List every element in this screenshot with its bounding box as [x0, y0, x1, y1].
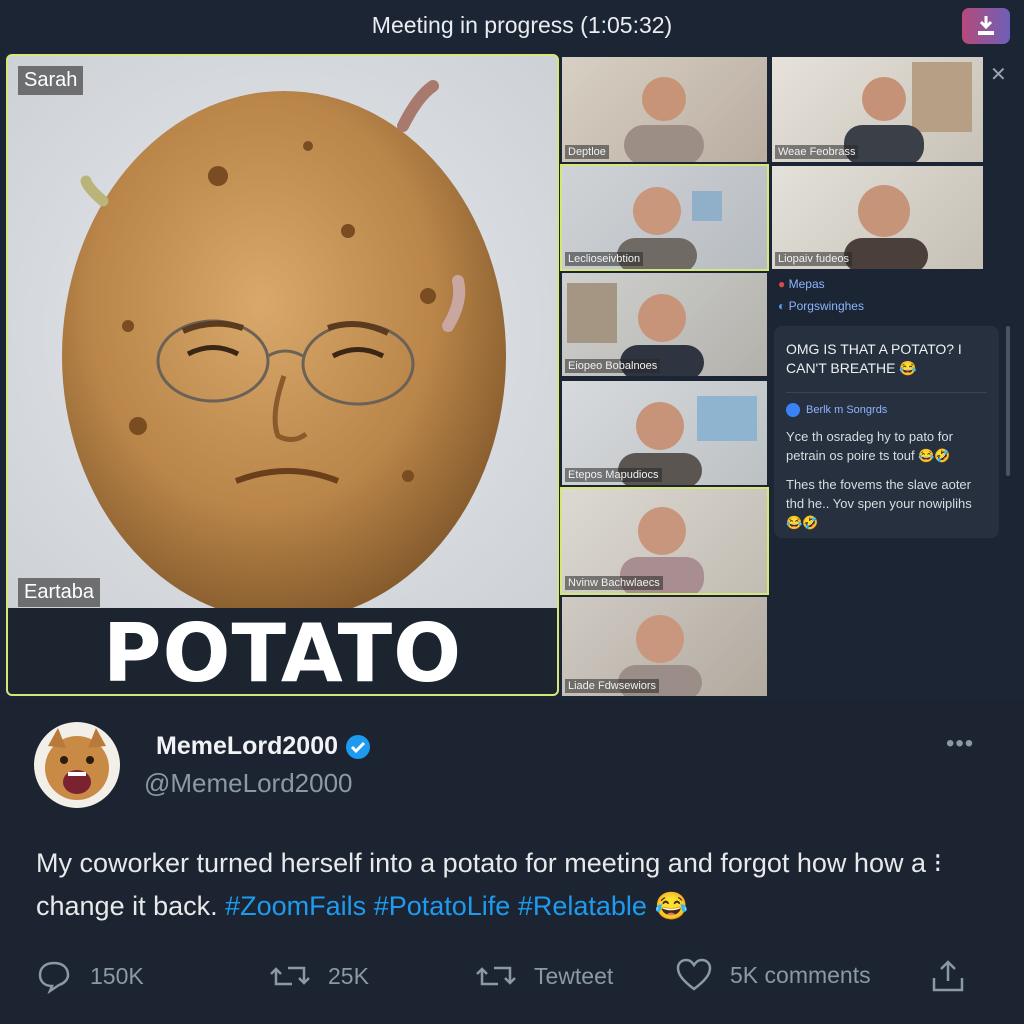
- main-video-tile[interactable]: Sarah Eartaba POTATO: [6, 54, 559, 696]
- heart-icon: [676, 958, 712, 991]
- participant-tile[interactable]: Etepos Mapudiocs: [562, 381, 767, 485]
- participant-label: Liade Fdwsewiors: [565, 679, 660, 693]
- hashtag-link[interactable]: #Relatable: [518, 891, 647, 921]
- hashtag-link[interactable]: #ZoomFails: [225, 891, 366, 921]
- meeting-title: Meeting in progress (1:05:32): [371, 12, 673, 38]
- participant-name-tag-secondary: Eartaba: [18, 578, 101, 607]
- chat-message-card: OMG IS THAT A POTATO? I CAN'T BREATHE 😂 …: [774, 326, 999, 538]
- potato-caption: POTATO: [102, 606, 463, 696]
- participant-tile[interactable]: Leclioseivbtion: [560, 164, 769, 271]
- reply-count: 150K: [90, 962, 144, 989]
- like-count: 5K comments: [730, 961, 871, 988]
- hashtag-link[interactable]: #PotatoLife: [374, 891, 511, 921]
- share-button[interactable]: [930, 958, 966, 994]
- chat-author-row: Berlk m Songrds: [786, 392, 987, 417]
- retweet-count: 25K: [328, 962, 369, 989]
- user-handle[interactable]: @MemeLord2000: [144, 768, 353, 799]
- chat-message: Thes the fovems the slave aoter thd he..…: [786, 477, 972, 530]
- chat-message: Yce th osradeg hy to pato for petrain os…: [786, 429, 953, 463]
- reply-icon: [38, 961, 70, 994]
- close-icon[interactable]: ✕: [990, 62, 1007, 87]
- display-name-row[interactable]: MemeLord2000: [156, 732, 372, 761]
- user-pin-icon: [786, 403, 800, 417]
- participant-label: Nvinw Bachwlaecs: [565, 576, 663, 590]
- participant-tile[interactable]: Nvinw Bachwlaecs: [560, 487, 769, 595]
- recording-dot-icon: ●: [778, 277, 786, 291]
- caption-bar: POTATO: [8, 606, 557, 696]
- display-name[interactable]: MemeLord2000: [156, 732, 338, 761]
- retweet-icon: [476, 966, 516, 986]
- participant-tile[interactable]: Liopaiv fudeos: [772, 166, 983, 269]
- chat-meta-row-2: ◐ Porgswinghes: [778, 299, 864, 313]
- participant-label: Weae Feobrass: [775, 145, 859, 159]
- participant-tile[interactable]: Deptloe: [562, 57, 767, 162]
- chat-meta-row: ● Mepas: [778, 277, 825, 291]
- chat-meta-label-2: Porgswinghes: [788, 299, 864, 313]
- verified-badge-icon: [346, 734, 371, 759]
- participant-label: Deptloe: [565, 145, 609, 159]
- share-icon: [932, 960, 964, 992]
- cat-avatar-icon: [45, 728, 109, 800]
- chat-meta-label: Mepas: [788, 277, 825, 291]
- meeting-window: Meeting in progress (1:05:32) ✕ Sarah Ea…: [0, 0, 1024, 700]
- reply-button[interactable]: 150K: [36, 958, 144, 994]
- participant-tile[interactable]: Eiopeo Bobalnoes: [562, 273, 767, 376]
- avatar[interactable]: [34, 722, 120, 808]
- retweet-label: Tewteet: [534, 962, 614, 989]
- participant-tile[interactable]: Liade Fdwsewiors: [562, 597, 767, 696]
- chat-headline: OMG IS THAT A POTATO? I CAN'T BREATHE 😂: [786, 341, 962, 376]
- participants-icon: ◐: [778, 299, 786, 313]
- participant-label: Eiopeo Bobalnoes: [565, 359, 661, 373]
- participant-label: Liopaiv fudeos: [775, 252, 852, 266]
- potato-face-video: [8, 56, 557, 621]
- post-text: My coworker turned herself into a potato…: [36, 842, 996, 928]
- participant-label: Leclioseivbtion: [565, 252, 644, 266]
- like-button[interactable]: 5K comments: [676, 958, 871, 992]
- participant-tile[interactable]: Weae Feobrass: [772, 57, 983, 162]
- leave-icon: [978, 16, 994, 35]
- quote-retweet-button[interactable]: Tewteet: [476, 958, 613, 994]
- more-options-icon[interactable]: •••: [946, 730, 974, 758]
- participant-name-tag: Sarah: [18, 66, 84, 95]
- chat-scrollbar[interactable]: [1006, 326, 1010, 476]
- retweet-button[interactable]: 25K: [270, 958, 369, 994]
- retweet-icon: [270, 966, 310, 986]
- chat-author-name: Berlk m Songrds: [806, 404, 888, 416]
- leave-meeting-button[interactable]: [962, 8, 1010, 44]
- laughing-emoji: 😂: [654, 891, 689, 921]
- participant-label: Etepos Mapudiocs: [565, 468, 662, 482]
